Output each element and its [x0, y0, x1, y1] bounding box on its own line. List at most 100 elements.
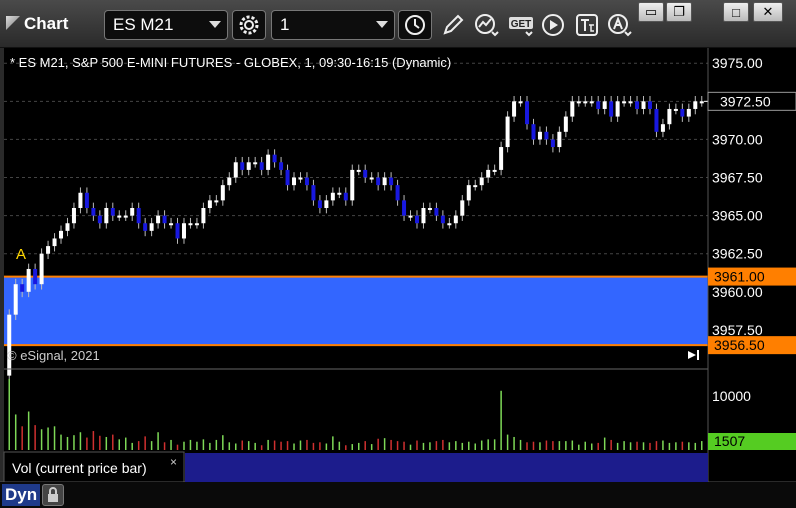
candle-body [233, 162, 238, 178]
candle-body [350, 169, 355, 201]
candle-body [311, 185, 316, 201]
volume-axis-tick: 10000 [712, 388, 751, 404]
candle-body [317, 200, 322, 208]
candle-body [544, 131, 549, 140]
play-button[interactable] [536, 10, 570, 40]
candle-body [473, 185, 478, 188]
candle-body [486, 169, 491, 178]
candle-body [427, 208, 432, 210]
candle-body [356, 169, 361, 172]
candle-body [389, 177, 394, 186]
candle-body [518, 101, 523, 104]
candle-body [52, 238, 57, 247]
copy-button[interactable]: ❐ [666, 2, 692, 22]
restore-icon: ▭ [644, 4, 658, 19]
candle-body [382, 177, 387, 186]
band-high-badge-text: 3961.00 [714, 269, 765, 285]
candle-body [298, 177, 303, 180]
price-tick-label: 3960.00 [712, 284, 763, 300]
get-data-button[interactable]: GET [505, 10, 539, 40]
footer [0, 482, 796, 508]
candle-body [71, 208, 76, 224]
candle-body [246, 162, 251, 170]
candle-body [576, 101, 581, 104]
settings-button[interactable] [232, 10, 266, 40]
candle-body [460, 200, 465, 216]
symbol-select[interactable]: ES M21 [104, 10, 228, 40]
candle-body [369, 177, 374, 180]
lock-button[interactable] [42, 484, 64, 506]
candle-body [525, 101, 530, 125]
text-tool-button[interactable] [570, 10, 604, 40]
restore-button[interactable]: ▭ [638, 2, 664, 22]
maximize-icon: □ [732, 4, 740, 20]
copy-icon: ❐ [673, 4, 685, 19]
chevron-down-icon[interactable] [209, 21, 221, 28]
alert-icon [608, 14, 632, 37]
candle-body [667, 108, 672, 125]
candle-body [123, 215, 128, 218]
candle-body [110, 208, 115, 216]
candle-body [324, 200, 329, 208]
candle-body [292, 177, 297, 186]
candle-body [84, 192, 89, 208]
candle-body [214, 200, 219, 203]
dyn-label: Dyn [5, 485, 38, 504]
pencil-icon [443, 14, 464, 35]
candle-body [78, 192, 83, 208]
candle-body [136, 208, 141, 224]
interval-select[interactable]: 1 [271, 10, 395, 40]
candle-body [686, 108, 691, 117]
candle-body [453, 215, 458, 224]
price-band [4, 275, 708, 347]
candle-body [512, 101, 517, 117]
candle-body [169, 223, 174, 226]
app-logo-icon [6, 16, 20, 30]
candle-body [699, 101, 704, 104]
candle-body [583, 101, 588, 104]
close-volume-icon[interactable]: × [170, 455, 177, 469]
candle-body [266, 154, 271, 170]
candle-body [641, 101, 646, 109]
candle-body [162, 215, 167, 224]
candle-body [414, 215, 419, 224]
candle-body [602, 101, 607, 109]
candle-body [466, 185, 471, 201]
settings-gear-icon [239, 15, 259, 35]
candle-body [117, 215, 122, 218]
candle-body [13, 284, 18, 315]
candle-body [447, 223, 452, 226]
candle-body [39, 253, 44, 285]
candle-body [149, 223, 154, 231]
candle-body [188, 223, 193, 226]
candle-body [343, 192, 348, 201]
price-tick-label: 3975.00 [712, 55, 763, 71]
close-icon: ✕ [762, 4, 774, 19]
toolbar: Chart ES M21 1 GET ▭ ❐ □ ✕ [0, 0, 796, 48]
candle-body [563, 116, 568, 132]
candle-body [615, 101, 620, 117]
candle-body [33, 268, 38, 285]
price-chart[interactable]: * ES M21, S&P 500 E-MINI FUTURES - GLOBE… [0, 48, 796, 508]
draw-button[interactable] [436, 10, 470, 40]
candle-body [7, 314, 12, 376]
candle-body [330, 192, 335, 201]
candle-body [440, 215, 445, 224]
candle-body [240, 162, 245, 170]
end-bar-icon [697, 350, 699, 360]
study-button[interactable] [470, 10, 504, 40]
candle-body [220, 185, 225, 201]
candle-body [59, 230, 64, 239]
symbol-value: ES M21 [113, 15, 174, 34]
price-tick-label: 3957.50 [712, 322, 763, 338]
dyn-button[interactable]: Dyn [2, 484, 40, 506]
candle-body [479, 177, 484, 186]
time-button[interactable] [398, 10, 432, 40]
candle-body [181, 223, 186, 239]
maximize-button[interactable]: □ [723, 2, 749, 22]
candle-body [628, 101, 633, 104]
candle-body [693, 101, 698, 109]
alert-button[interactable] [603, 10, 637, 40]
close-button[interactable]: ✕ [753, 2, 783, 22]
chevron-down-icon[interactable] [376, 21, 388, 28]
